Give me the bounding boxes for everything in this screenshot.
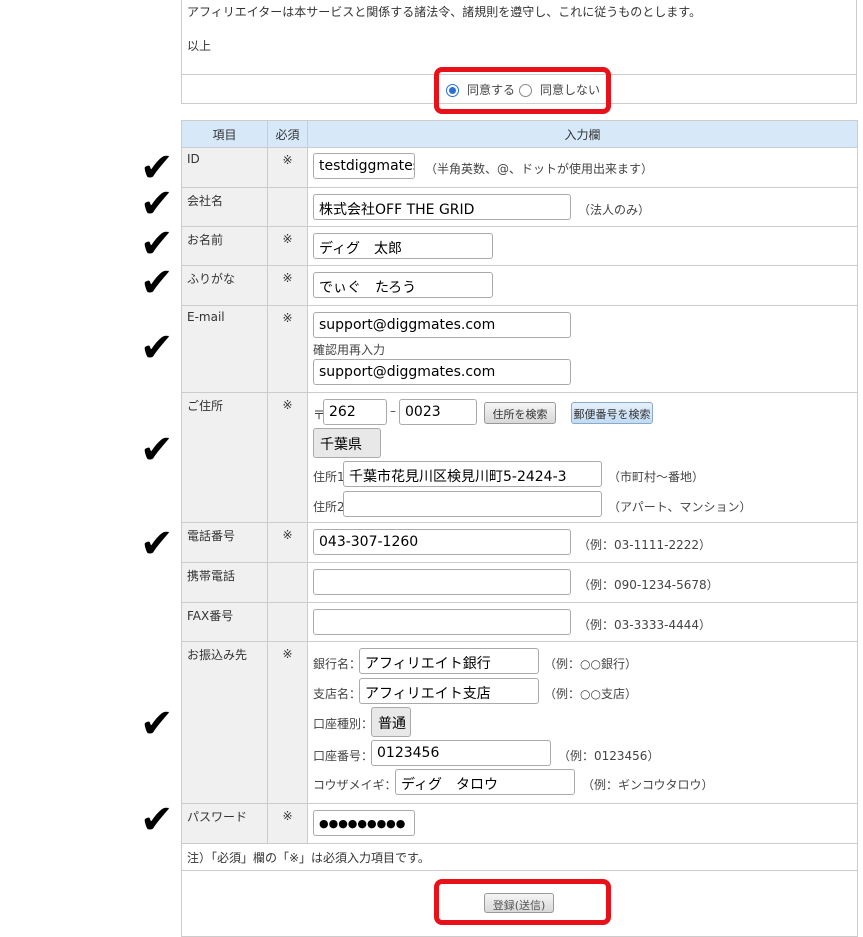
fax-note: （例：03-3333-4444）	[578, 618, 712, 632]
account-number-input[interactable]: 0123456	[371, 740, 551, 766]
required-mark: ※	[267, 392, 308, 523]
addr1-input[interactable]: 千葉市花見川区検見川町5-2424-3	[343, 461, 602, 487]
name-input[interactable]: ディグ 太郎	[313, 233, 493, 259]
terms-closing: 以上	[187, 39, 212, 53]
branch-label: 支店名：	[313, 687, 362, 701]
addr2-input[interactable]	[343, 491, 602, 517]
search-address-button[interactable]: 住所を検索	[484, 402, 556, 424]
bank-name-label: 銀行名：	[313, 657, 362, 671]
required-mark: ※	[267, 641, 308, 804]
addr2-label: 住所2	[313, 500, 345, 514]
label-id: ID	[181, 147, 268, 188]
label-bank: お振込み先	[181, 641, 268, 804]
account-holder-input[interactable]: ディグ タロウ	[395, 769, 575, 795]
check-mark-icon: ✔	[140, 797, 174, 843]
addr1-label: 住所1	[313, 470, 345, 484]
password-input[interactable]: ●●●●●●●●●	[313, 810, 415, 836]
search-zip-button[interactable]: 郵便番号を検索	[571, 402, 653, 424]
required-mark: ※	[267, 147, 308, 188]
check-mark-icon: ✔	[140, 427, 174, 473]
row-phone: 電話番号 ※ 043-307-1260 （例：03-1111-2222）	[181, 522, 858, 563]
required-footnote: 注）「必須」欄の「※」は必須入力項目です。	[181, 843, 858, 871]
bank-name-note: （例：○○銀行）	[544, 657, 637, 671]
account-type-label: 口座種別：	[313, 717, 374, 731]
label-phone: 電話番号	[181, 522, 268, 563]
label-password: パスワード	[181, 803, 268, 844]
bank-name-input[interactable]: アフィリエイト銀行	[359, 648, 539, 674]
label-furigana: ふりがな	[181, 265, 268, 306]
terms-text: アフィリエイターは本サービスと関係する諸法令、諸規則を遵守し、これに従うものとし…	[187, 5, 702, 19]
label-address: ご住所	[181, 392, 268, 523]
account-type-select[interactable]: 普通	[371, 707, 411, 737]
id-input[interactable]: testdiggmates	[313, 153, 415, 179]
required-mark: ※	[267, 803, 308, 844]
header-required: 必須	[267, 120, 308, 148]
furigana-input[interactable]: でぃぐ たろう	[313, 272, 493, 298]
header-input: 入力欄	[307, 120, 858, 148]
check-mark-icon: ✔	[140, 221, 174, 267]
company-note: （法人のみ）	[578, 203, 651, 217]
required-mark: ※	[267, 305, 308, 393]
zip-dash: –	[390, 404, 396, 418]
company-input[interactable]: 株式会社OFF THE GRID	[313, 194, 571, 220]
account-holder-label: コウザメイギ：	[313, 778, 397, 792]
prefecture-select[interactable]: 千葉県	[313, 428, 381, 458]
label-company: 会社名	[181, 187, 268, 227]
header-item: 項目	[181, 120, 268, 148]
check-mark-icon: ✔	[140, 521, 174, 567]
check-mark-icon: ✔	[140, 701, 174, 747]
row-email: E-mail ※ support@diggmates.com 確認用再入力 su…	[181, 305, 858, 393]
label-name: お名前	[181, 226, 268, 266]
email-confirm-label: 確認用再入力	[313, 343, 386, 357]
email-confirm-input[interactable]: support@diggmates.com	[313, 359, 571, 385]
row-id: ID ※ testdiggmates （半角英数、@、ドットが使用出来ます）	[181, 147, 858, 188]
registration-form-table: 項目 必須 入力欄 ID ※ testdiggmates （半角英数、@、ドット…	[181, 120, 858, 937]
mobile-note: （例：090-1234-5678）	[578, 578, 719, 592]
agreement-highlight-box	[434, 67, 611, 114]
row-name: お名前 ※ ディグ 太郎	[181, 226, 858, 266]
label-fax: FAX番号	[181, 602, 268, 642]
mobile-input[interactable]	[313, 569, 571, 595]
submit-highlight-box	[434, 879, 611, 925]
required-mark: ※	[267, 226, 308, 266]
fax-input[interactable]	[313, 609, 571, 635]
row-fax: FAX番号 （例：03-3333-4444）	[181, 602, 858, 642]
check-mark-icon: ✔	[140, 325, 174, 371]
zip2-input[interactable]: 0023	[399, 399, 477, 425]
account-number-label: 口座番号：	[313, 749, 374, 763]
required-mark: ※	[267, 265, 308, 306]
zip1-input[interactable]: 262	[323, 399, 387, 425]
phone-note: （例：03-1111-2222）	[578, 538, 712, 552]
check-mark-icon: ✔	[140, 181, 174, 227]
label-mobile: 携帯電話	[181, 562, 268, 603]
account-holder-note: （例：ギンコウタロウ）	[582, 778, 714, 792]
row-company: 会社名 株式会社OFF THE GRID （法人のみ）	[181, 187, 858, 227]
row-password: パスワード ※ ●●●●●●●●●	[181, 803, 858, 844]
row-mobile: 携帯電話 （例：090-1234-5678）	[181, 562, 858, 603]
email-input[interactable]: support@diggmates.com	[313, 312, 571, 338]
check-mark-icon: ✔	[140, 260, 174, 306]
required-mark: ※	[267, 522, 308, 563]
row-furigana: ふりがな ※ でぃぐ たろう	[181, 265, 858, 306]
row-bank: お振込み先 ※ 銀行名： アフィリエイト銀行 （例：○○銀行） 支店名： アフィ…	[181, 641, 858, 804]
addr2-note: （アパート、マンション）	[608, 500, 752, 514]
addr1-note: （市町村～番地）	[608, 470, 705, 484]
branch-note: （例：○○支店）	[544, 687, 637, 701]
id-note: （半角英数、@、ドットが使用出来ます）	[425, 162, 654, 176]
phone-input[interactable]: 043-307-1260	[313, 529, 571, 555]
branch-input[interactable]: アフィリエイト支店	[359, 678, 539, 704]
row-address: ご住所 ※ 〒 262 – 0023 住所を検索 郵便番号を検索 千葉県 住所1…	[181, 392, 858, 523]
account-number-note: （例：0123456）	[558, 749, 660, 763]
label-email: E-mail	[181, 305, 268, 393]
